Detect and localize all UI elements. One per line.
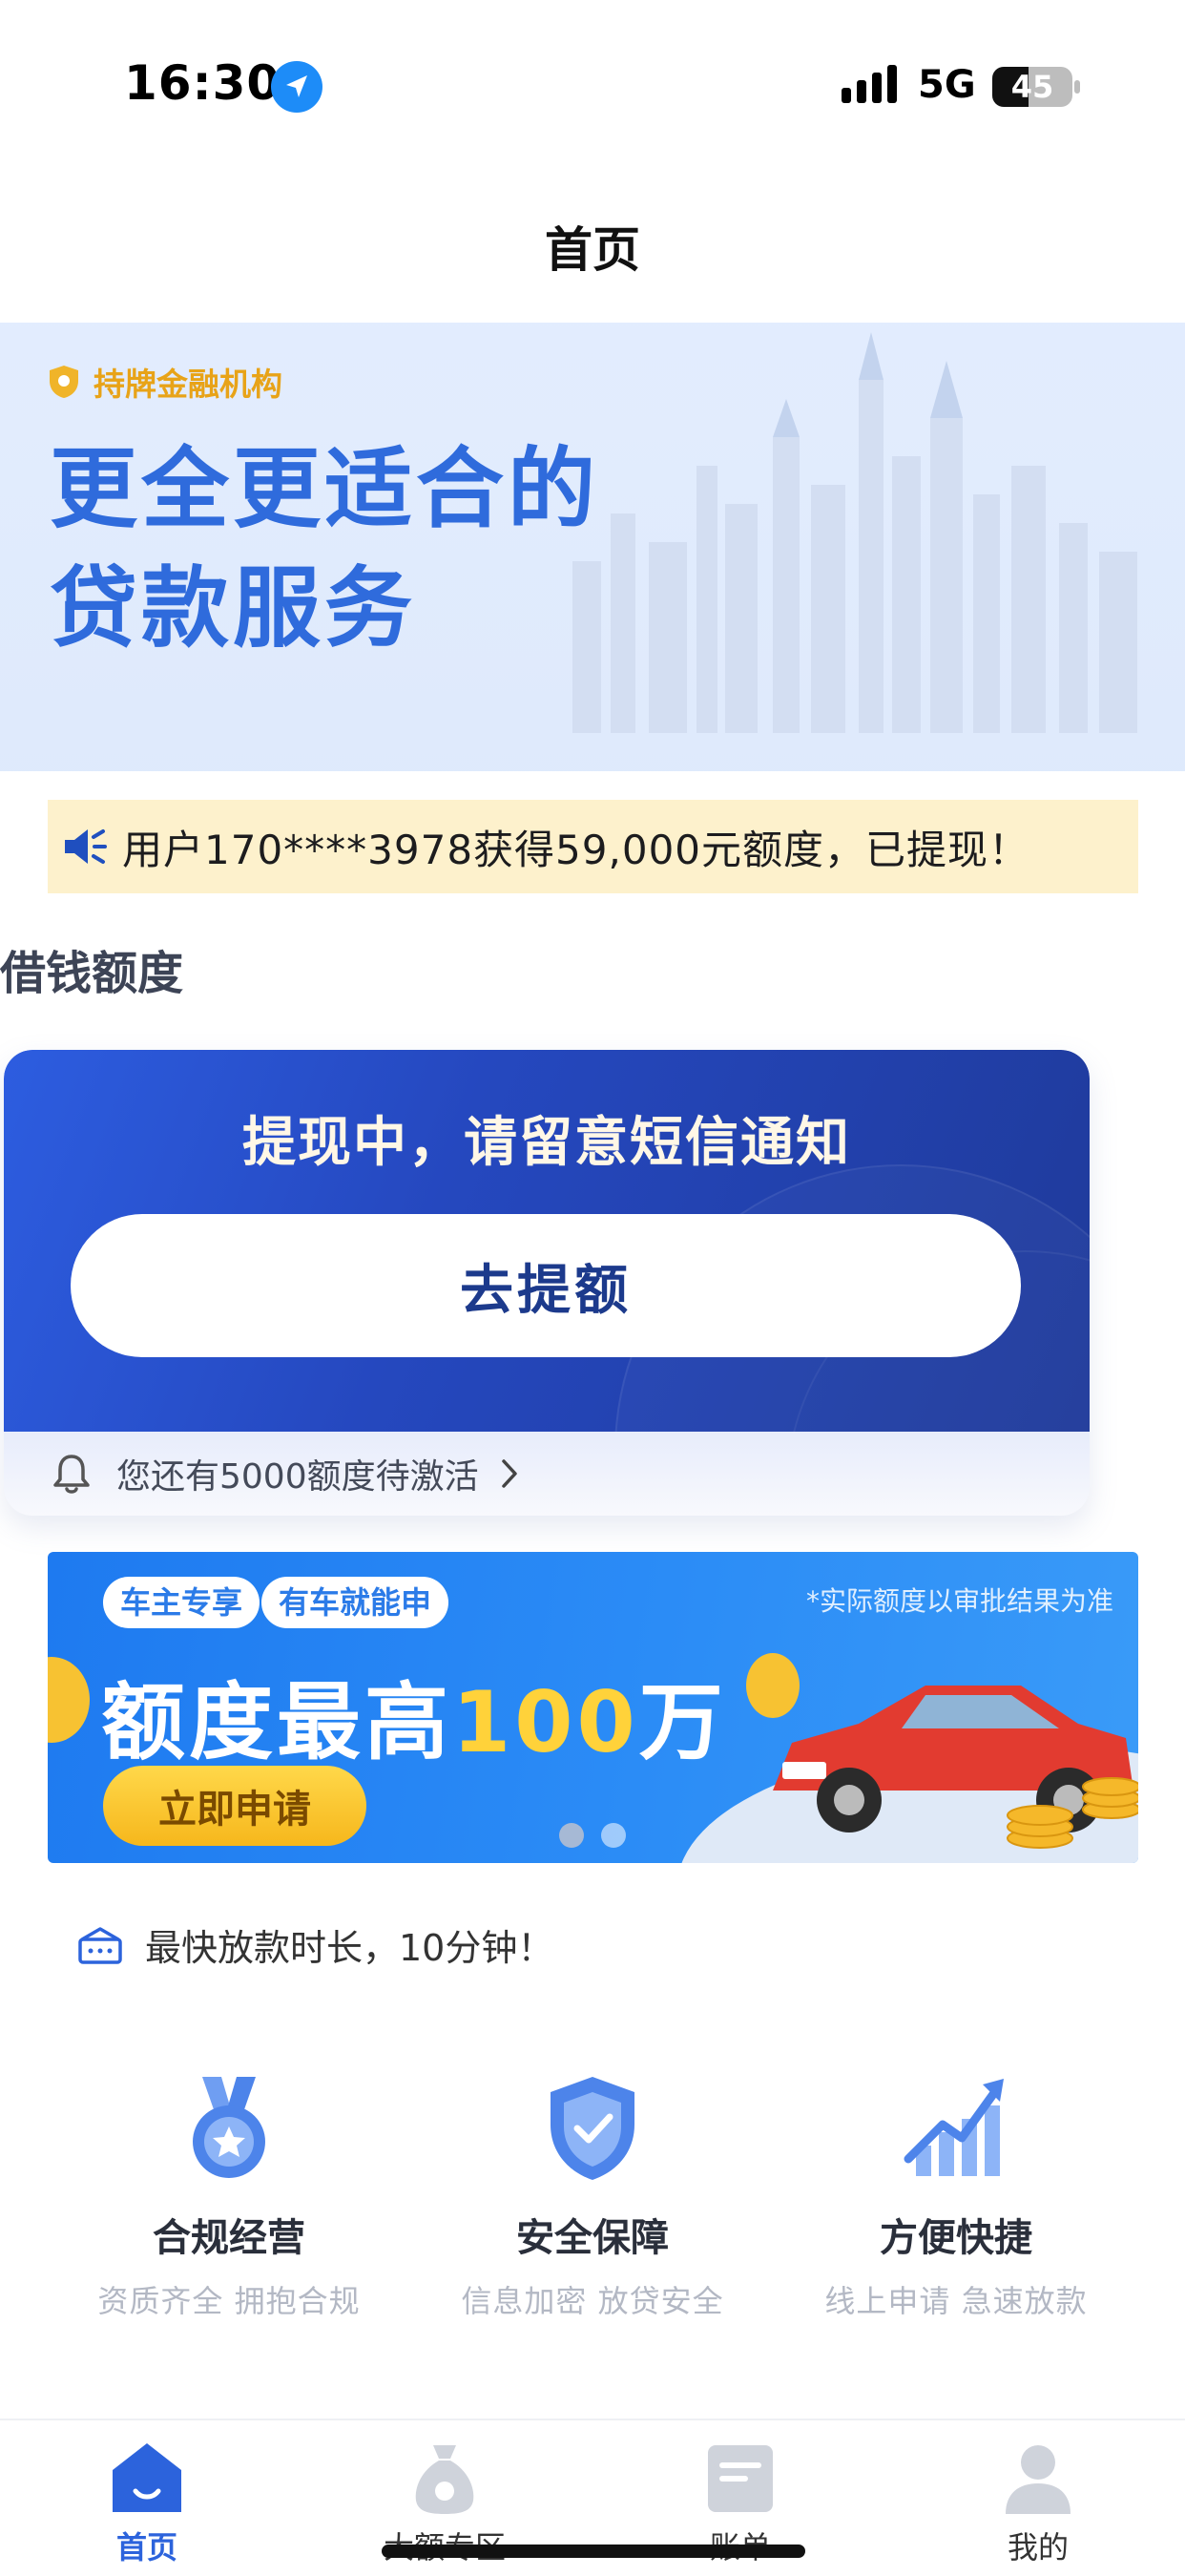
- hero-headline-line2: 贷款服务: [50, 557, 417, 660]
- feature-title: 方便快捷: [880, 2216, 1032, 2260]
- announcement-text: 用户170****3978获得59,000元额度，已提现！: [122, 826, 1030, 873]
- feature-title: 安全保障: [516, 2216, 669, 2260]
- loan-limit-card: 提现中，请留意短信通知 去提额 您还有5000额度待激活: [4, 1050, 1090, 1516]
- raise-limit-button[interactable]: 去提额: [71, 1214, 1021, 1357]
- promo-headline-suffix: 万: [638, 1673, 727, 1771]
- feature-desc: 线上申请 急速放款: [824, 2283, 1088, 2319]
- promo-headline-amount: 100: [452, 1673, 639, 1771]
- feature-convenience: 方便快捷 线上申请 急速放款: [775, 2071, 1137, 2321]
- status-time: 16:30: [124, 55, 281, 111]
- battery-level-text: 45: [1010, 69, 1054, 105]
- tab-profile[interactable]: 我的: [924, 2438, 1153, 2567]
- speaker-icon: [65, 829, 107, 864]
- growth-chart-icon: [904, 2079, 1004, 2176]
- status-bar: 16:30 5G 45: [0, 0, 1185, 162]
- section-title: 借钱额度: [0, 947, 184, 1000]
- loan-card-header: 提现中，请留意短信通知 去提额: [4, 1050, 1090, 1432]
- bill-icon: [708, 2445, 773, 2512]
- payout-speed-text: 最快放款时长，10分钟！: [145, 1927, 554, 1969]
- money-bag-icon: [415, 2445, 474, 2514]
- pending-limit-row[interactable]: 您还有5000额度待激活: [4, 1432, 1090, 1516]
- page-title: 首页: [545, 222, 640, 278]
- medal-icon: [193, 2077, 265, 2178]
- feature-desc: 资质齐全 拥抱合规: [97, 2283, 361, 2319]
- tab-label: 首页: [115, 2529, 177, 2566]
- coin-icon: [48, 1657, 90, 1743]
- signal-bars-icon: [842, 65, 897, 103]
- feature-title: 合规经营: [153, 2216, 305, 2260]
- promo-disclaimer: *实际额度以审批结果为准: [805, 1585, 1113, 1617]
- announcement-bar[interactable]: 用户170****3978获得59,000元额度，已提现！: [48, 800, 1138, 893]
- hero-headline-line1: 更全更适合的: [50, 438, 600, 540]
- feature-security: 安全保障 信息加密 放贷安全: [411, 2071, 774, 2321]
- withdrawal-status-text: 提现中，请留意短信通知: [242, 1112, 851, 1174]
- pending-limit-text: 您还有5000额度待激活: [116, 1457, 479, 1497]
- hero-banner: 持牌金融机构 更全更适合的 贷款服务: [0, 323, 1185, 771]
- promo-headline: 额度最高100万: [101, 1655, 727, 1776]
- car-loan-promo-banner[interactable]: 车主专享 有车就能申 *实际额度以审批结果为准 额度最高100万 立即申请: [48, 1552, 1138, 1863]
- tab-label: 我的: [1007, 2529, 1069, 2566]
- carousel-dot[interactable]: [601, 1823, 626, 1848]
- shield-badge-icon: [50, 366, 78, 398]
- battery-cap: [1074, 80, 1080, 94]
- license-badge: 持牌金融机构: [48, 359, 282, 405]
- bell-icon: [53, 1455, 90, 1494]
- home-indicator: [382, 2545, 805, 2558]
- promo-tag-owner: 车主专享: [103, 1577, 260, 1628]
- network-type: 5G: [918, 63, 976, 107]
- promo-headline-prefix: 额度最高: [101, 1673, 453, 1771]
- shield-check-icon: [551, 2077, 634, 2180]
- payout-speed-row: 最快放款时长，10分钟！: [76, 1918, 553, 1971]
- battery-icon: 45: [992, 67, 1072, 107]
- bank-card-icon: [78, 1926, 122, 1964]
- home-icon: [113, 2443, 181, 2512]
- user-icon: [1006, 2445, 1071, 2514]
- license-badge-text: 持牌金融机构: [94, 366, 282, 403]
- red-car-illustration: [746, 1653, 1138, 1849]
- location-arrow-icon: [271, 61, 322, 113]
- carousel-dot-active[interactable]: [559, 1823, 584, 1848]
- chevron-right-icon: [501, 1459, 517, 1488]
- tab-home[interactable]: 首页: [32, 2438, 261, 2567]
- promo-tag-car: 有车就能申: [261, 1577, 449, 1628]
- feature-desc: 信息加密 放贷安全: [461, 2283, 724, 2319]
- feature-compliance: 合规经营 资质齐全 拥抱合规: [48, 2071, 410, 2321]
- apply-now-button[interactable]: 立即申请: [103, 1766, 366, 1846]
- city-skyline-illustration: [572, 332, 1137, 733]
